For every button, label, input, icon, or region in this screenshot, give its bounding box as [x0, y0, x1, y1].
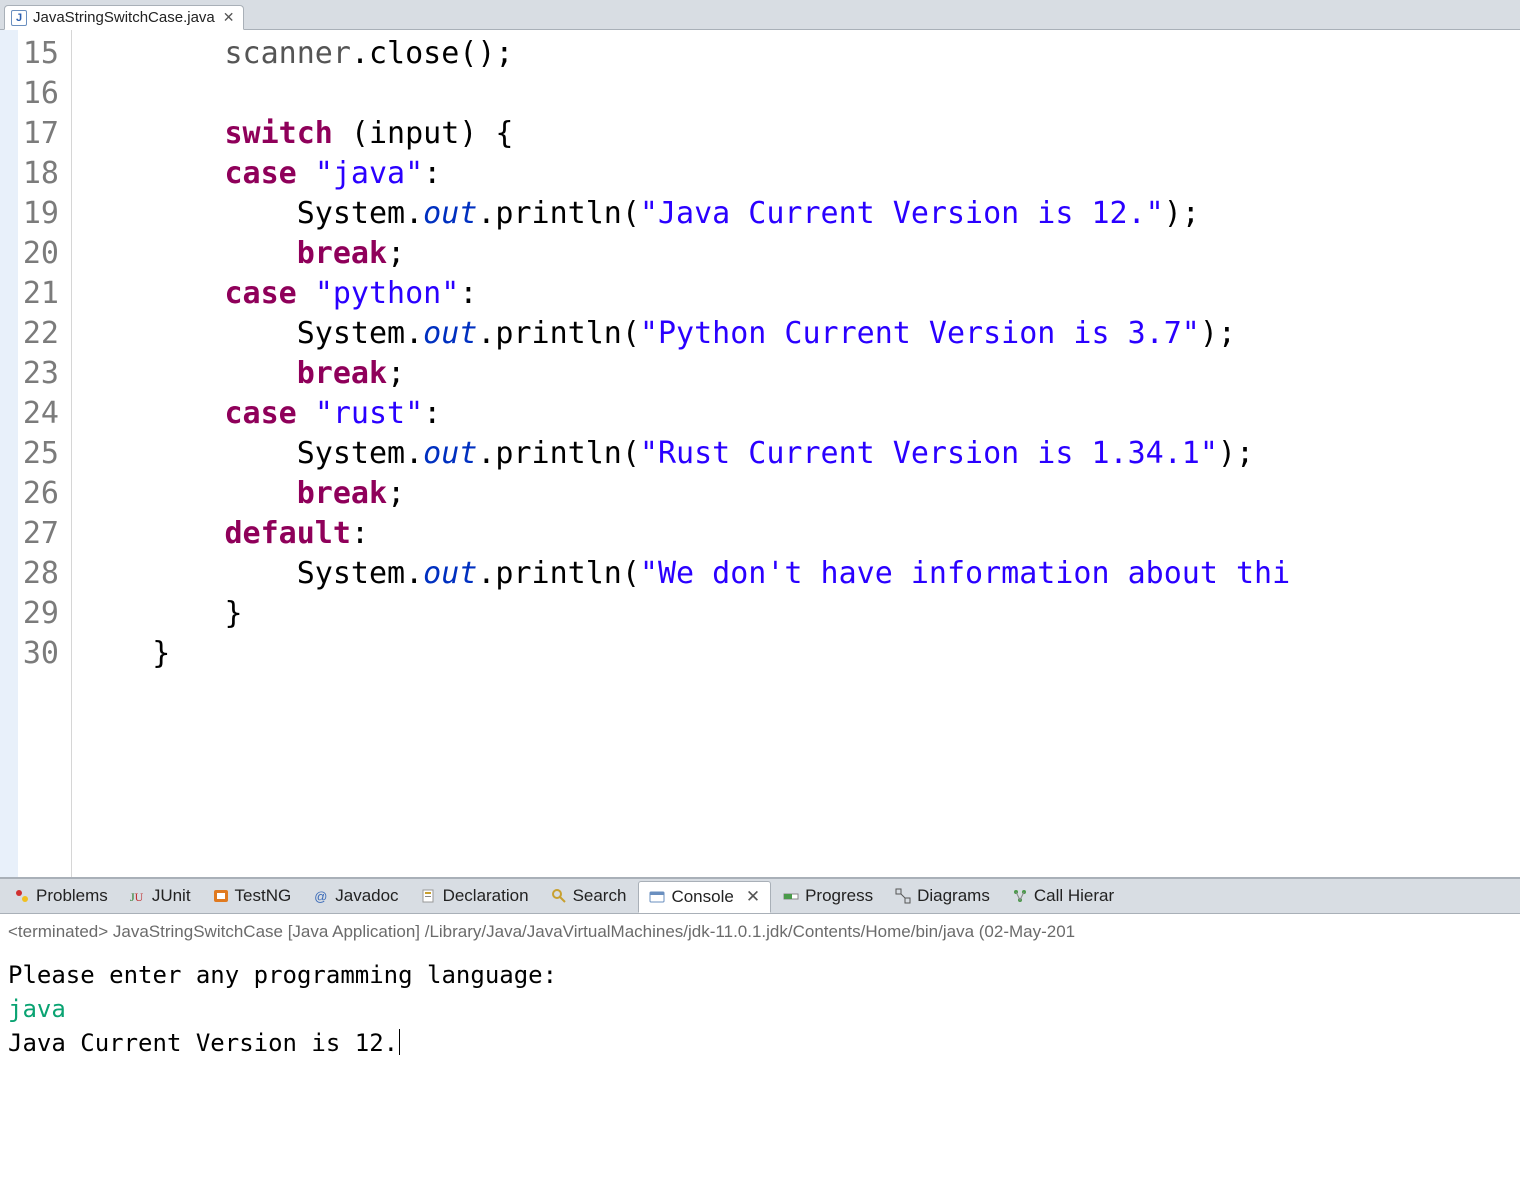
console-icon: [649, 889, 665, 905]
progress-icon: [783, 888, 799, 904]
code-content[interactable]: scanner.close(); switch (input) { case "…: [72, 30, 1520, 877]
view-tab-label: Progress: [805, 886, 873, 906]
console-output[interactable]: Please enter any programming language:ja…: [0, 944, 1520, 1184]
view-tab-problems[interactable]: Problems: [4, 881, 118, 911]
view-tab-label: TestNG: [235, 886, 292, 906]
code-line[interactable]: System.out.println("Python Current Versi…: [80, 314, 1520, 354]
code-line[interactable]: }: [80, 594, 1520, 634]
code-line[interactable]: switch (input) {: [80, 114, 1520, 154]
view-tab-callh[interactable]: Call Hierar: [1002, 881, 1124, 911]
line-number: 20: [4, 234, 59, 274]
view-tab-label: Console: [671, 887, 733, 907]
call-hierarchy-icon: [1012, 888, 1028, 904]
java-file-icon: J: [11, 10, 27, 26]
view-tab-label: Problems: [36, 886, 108, 906]
editor-tabbar: J JavaStringSwitchCase.java ✕: [0, 0, 1520, 30]
line-number: 30: [4, 634, 59, 674]
code-line[interactable]: System.out.println("Java Current Version…: [80, 194, 1520, 234]
code-line[interactable]: }: [80, 634, 1520, 674]
close-icon[interactable]: ✕: [221, 9, 235, 26]
junit-icon: JU: [130, 888, 146, 904]
view-tab-label: JUnit: [152, 886, 191, 906]
views-tabbar: Problems JU JUnit TestNG @ Javadoc Declaration…: [0, 878, 1520, 914]
view-tab-testng[interactable]: TestNG: [203, 881, 302, 911]
view-tab-decl[interactable]: Declaration: [411, 881, 539, 911]
javadoc-icon: @: [313, 888, 329, 904]
console-launch-header: <terminated> JavaStringSwitchCase [Java …: [0, 914, 1520, 944]
line-number: 15: [4, 34, 59, 74]
console-line-output: Please enter any programming language:: [8, 958, 1512, 992]
line-number: 25: [4, 434, 59, 474]
console-line-input: java: [8, 992, 1512, 1026]
editor-tab-active[interactable]: J JavaStringSwitchCase.java ✕: [4, 5, 244, 30]
view-tab-console[interactable]: Console ✕: [638, 881, 771, 913]
view-tab-label: Declaration: [443, 886, 529, 906]
console-line-output: Java Current Version is 12.: [8, 1026, 1512, 1060]
line-number: 28: [4, 554, 59, 594]
code-line[interactable]: default:: [80, 514, 1520, 554]
line-number: 24: [4, 394, 59, 434]
line-number-gutter: 15161718192021222324252627282930: [0, 30, 72, 877]
view-tab-diagrams[interactable]: Diagrams: [885, 881, 1000, 911]
view-tab-label: Javadoc: [335, 886, 398, 906]
svg-text:@: @: [314, 889, 327, 904]
code-line[interactable]: case "rust":: [80, 394, 1520, 434]
line-number: 18: [4, 154, 59, 194]
line-number: 17: [4, 114, 59, 154]
text-caret: [399, 1029, 400, 1055]
code-line[interactable]: System.out.println("Rust Current Version…: [80, 434, 1520, 474]
line-number: 16: [4, 74, 59, 114]
search-icon: [551, 888, 567, 904]
editor-area[interactable]: 15161718192021222324252627282930 scanner…: [0, 30, 1520, 878]
line-number: 19: [4, 194, 59, 234]
code-line[interactable]: [80, 74, 1520, 114]
view-tab-label: Diagrams: [917, 886, 990, 906]
code-line[interactable]: break;: [80, 234, 1520, 274]
line-number: 22: [4, 314, 59, 354]
line-number: 26: [4, 474, 59, 514]
view-tab-search[interactable]: Search: [541, 881, 637, 911]
code-line[interactable]: scanner.close();: [80, 34, 1520, 74]
code-line[interactable]: System.out.println("We don't have inform…: [80, 554, 1520, 594]
code-line[interactable]: case "java":: [80, 154, 1520, 194]
code-line[interactable]: break;: [80, 354, 1520, 394]
view-tab-junit[interactable]: JU JUnit: [120, 881, 201, 911]
line-number: 23: [4, 354, 59, 394]
problems-icon: [14, 888, 30, 904]
declaration-icon: [421, 888, 437, 904]
editor-tab-filename: JavaStringSwitchCase.java: [33, 9, 215, 26]
code-line[interactable]: case "python":: [80, 274, 1520, 314]
close-icon[interactable]: ✕: [746, 887, 760, 907]
view-tab-javadoc[interactable]: @ Javadoc: [303, 881, 408, 911]
code-line[interactable]: break;: [80, 474, 1520, 514]
svg-text:JU: JU: [130, 890, 144, 904]
testng-icon: [213, 888, 229, 904]
line-number: 27: [4, 514, 59, 554]
view-tab-progress[interactable]: Progress: [773, 881, 883, 911]
line-number: 29: [4, 594, 59, 634]
line-number: 21: [4, 274, 59, 314]
view-tab-label: Search: [573, 886, 627, 906]
view-tab-label: Call Hierar: [1034, 886, 1114, 906]
diagrams-icon: [895, 888, 911, 904]
ide-frame: J JavaStringSwitchCase.java ✕ 1516171819…: [0, 0, 1520, 1184]
